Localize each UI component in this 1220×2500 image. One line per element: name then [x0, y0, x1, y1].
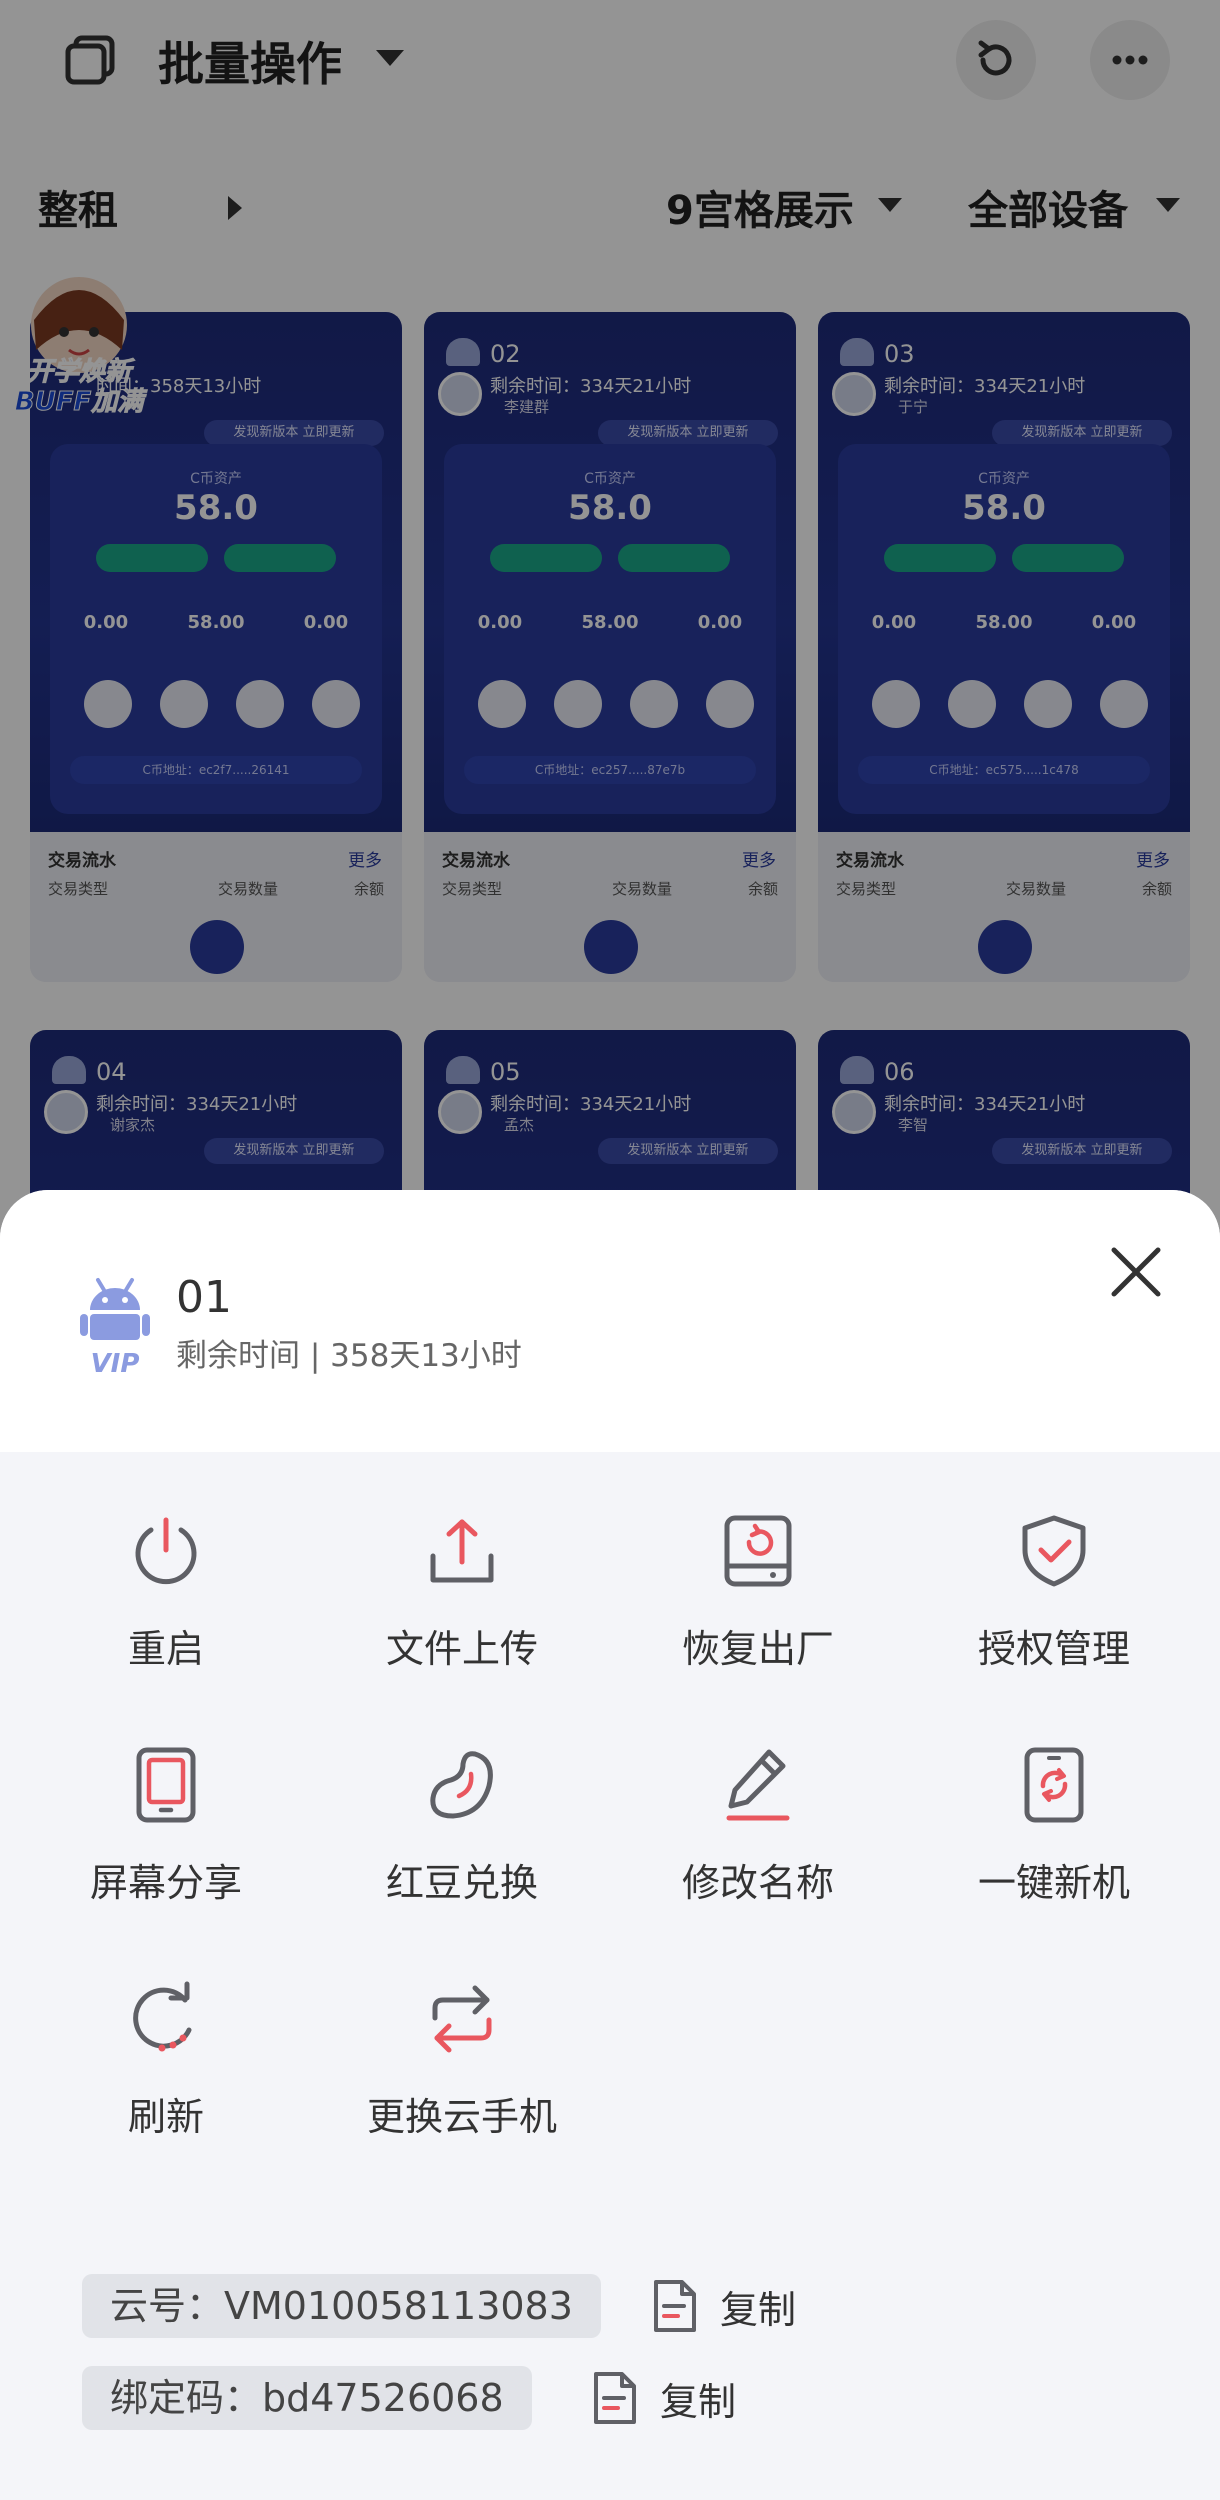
- action-label: 刷新: [127, 2095, 204, 2139]
- action-label: 文件上传: [385, 1627, 538, 1671]
- pencil-icon: [726, 1749, 790, 1821]
- copy-label: 复制: [720, 2287, 797, 2332]
- bind-code-row: 绑定码：bd47526068 复制: [82, 2366, 1142, 2430]
- action-label: 修改名称: [681, 1861, 834, 1905]
- copy-cloud-id-button[interactable]: 复制: [652, 2274, 796, 2338]
- change-cloud-phone-button[interactable]: 更换云手机: [332, 1958, 592, 2158]
- new-device-button[interactable]: 一键新机: [924, 1724, 1184, 1924]
- phone-refresh-icon: [1024, 1747, 1084, 1823]
- copy-document-icon: [594, 2372, 636, 2424]
- swap-icon: [432, 1985, 492, 2053]
- sheet-header: VIP 01 剩余时间 | 358天13小时: [0, 1190, 1220, 1452]
- file-upload-button[interactable]: 文件上传: [332, 1490, 592, 1690]
- rename-button[interactable]: 修改名称: [628, 1724, 888, 1924]
- action-label: 红豆兑换: [385, 1861, 538, 1905]
- copy-label: 复制: [660, 2379, 737, 2424]
- cloud-id-row: 云号：VM010058113083 复制: [82, 2274, 1142, 2338]
- shield-check-icon: [1022, 1515, 1086, 1587]
- action-label: 一键新机: [977, 1861, 1130, 1905]
- action-label: 恢复出厂: [681, 1627, 834, 1671]
- copy-document-icon: [654, 2280, 696, 2332]
- authorization-button[interactable]: 授权管理: [924, 1490, 1184, 1690]
- bind-code-value: 绑定码：bd47526068: [82, 2366, 532, 2430]
- reboot-button[interactable]: 重启: [36, 1490, 296, 1690]
- action-label: 授权管理: [977, 1627, 1130, 1671]
- svg-text:VIP: VIP: [91, 1349, 140, 1379]
- factory-reset-button[interactable]: 恢复出厂: [628, 1490, 888, 1690]
- android-vip-icon: VIP: [80, 1278, 150, 1379]
- factory-reset-icon: [724, 1515, 792, 1587]
- action-label: 重启: [127, 1627, 204, 1671]
- red-bean-icon: [430, 1751, 493, 1819]
- device-remaining-time: 剩余时间 | 358天13小时: [176, 1338, 522, 1374]
- upload-icon: [430, 1519, 494, 1583]
- screen-share-icon: [136, 1747, 196, 1823]
- device-name: 01: [176, 1272, 232, 1323]
- action-label: 屏幕分享: [89, 1861, 242, 1905]
- device-action-sheet: VIP 01 剩余时间 | 358天13小时 重启 文件上传 恢复出厂 授权管理…: [0, 1190, 1220, 2500]
- copy-bind-code-button[interactable]: 复制: [592, 2366, 736, 2430]
- action-label: 更换云手机: [366, 2095, 557, 2139]
- close-icon[interactable]: [1106, 1242, 1166, 1302]
- refresh-button[interactable]: 刷新: [36, 1958, 296, 2158]
- power-icon: [135, 1517, 197, 1585]
- cloud-id-value: 云号：VM010058113083: [82, 2274, 601, 2338]
- refresh-icon: [133, 1981, 192, 2052]
- dim-overlay[interactable]: [0, 0, 1220, 1250]
- screen-share-button[interactable]: 屏幕分享: [36, 1724, 296, 1924]
- red-bean-exchange-button[interactable]: 红豆兑换: [332, 1724, 592, 1924]
